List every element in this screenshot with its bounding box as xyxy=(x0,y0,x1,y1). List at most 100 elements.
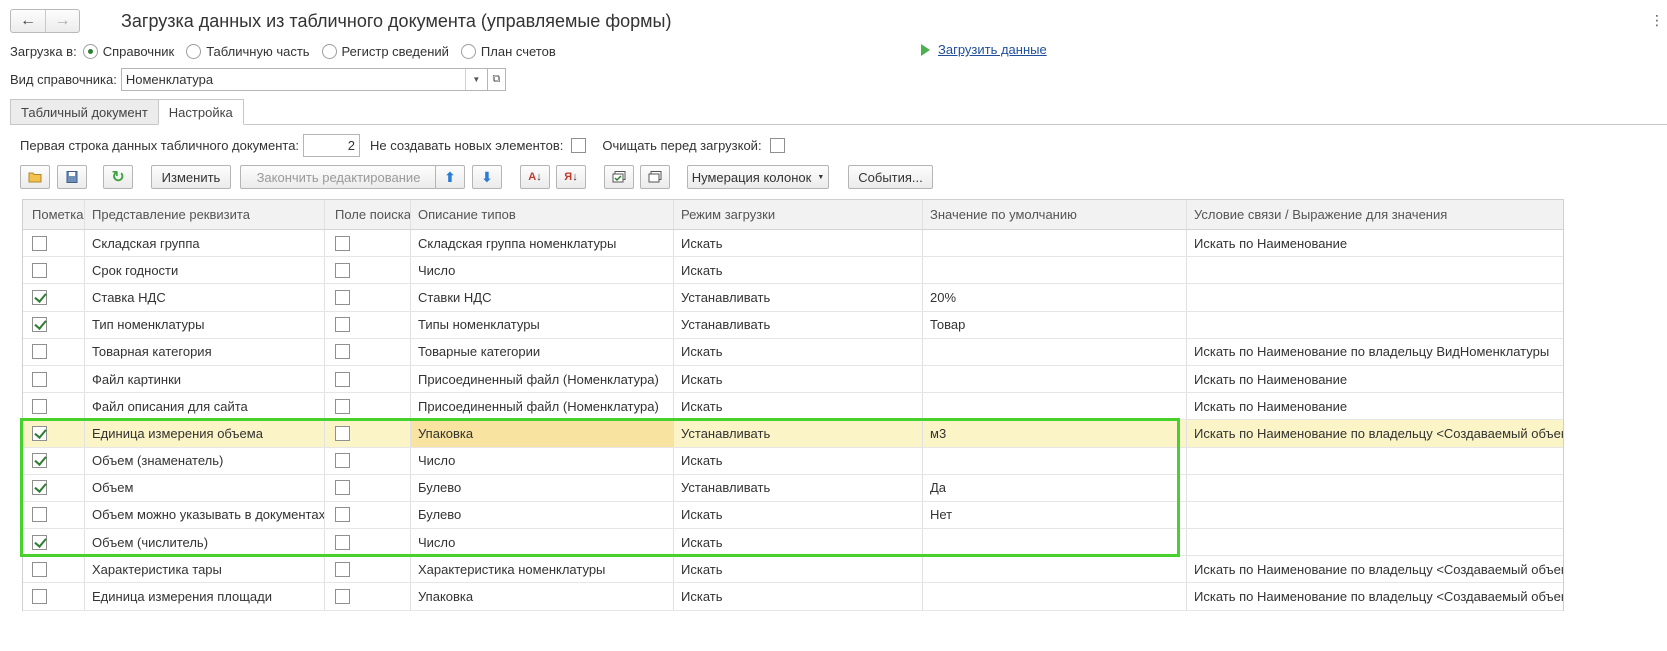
mark-checkbox[interactable] xyxy=(32,289,47,305)
condition-cell[interactable] xyxy=(1187,312,1563,338)
check-all-button[interactable] xyxy=(604,165,634,189)
mark-checkbox[interactable] xyxy=(32,344,47,360)
mark-cell[interactable] xyxy=(23,365,85,393)
attribute-cell[interactable]: Тип номенклатуры xyxy=(85,311,325,338)
type-cell[interactable]: Упаковка xyxy=(411,420,674,447)
table-row[interactable]: Тип номенклатуры Типы номенклатуры Устанав… xyxy=(23,311,1563,339)
uncheck-all-button[interactable] xyxy=(640,165,670,189)
table-row[interactable]: Объем (числитель) Число Искать xyxy=(23,529,1563,557)
default-value-cell[interactable] xyxy=(923,447,1187,474)
search-field-cell[interactable] xyxy=(325,556,411,583)
chevron-down-icon[interactable]: ▼ xyxy=(464,68,487,90)
radio-circle[interactable] xyxy=(186,43,202,59)
default-value-cell[interactable] xyxy=(923,529,1187,556)
attribute-cell[interactable]: Срок годности xyxy=(85,257,325,284)
search-checkbox[interactable] xyxy=(335,262,350,278)
column-header[interactable]: Режим загрузки xyxy=(674,200,923,229)
column-header[interactable]: Значение по умолчанию xyxy=(923,200,1187,229)
search-field-cell[interactable] xyxy=(325,257,411,284)
search-field-cell[interactable] xyxy=(325,420,411,447)
radio-register[interactable]: Регистр сведений xyxy=(321,43,449,59)
type-cell[interactable]: Характеристика номенклатуры xyxy=(411,556,674,583)
events-button[interactable]: События... xyxy=(848,165,933,189)
mark-checkbox[interactable] xyxy=(32,425,47,441)
mark-checkbox[interactable] xyxy=(32,398,47,414)
search-field-cell[interactable] xyxy=(325,529,411,556)
mark-cell[interactable] xyxy=(23,230,85,257)
attribute-cell[interactable]: Товарная категория xyxy=(85,338,325,365)
tab-settings[interactable]: Настройка xyxy=(157,99,244,125)
search-checkbox[interactable] xyxy=(335,344,350,360)
mode-cell[interactable]: Искать xyxy=(674,501,923,529)
table-row[interactable]: Объем можно указывать в документах Булево… xyxy=(23,501,1563,530)
sort-desc-button[interactable]: Я↓ xyxy=(556,165,586,189)
default-value-cell[interactable] xyxy=(923,365,1187,393)
no-new-checkbox[interactable] xyxy=(571,137,587,153)
clear-checkbox[interactable] xyxy=(769,137,785,153)
attribute-cell[interactable]: Ставка НДС xyxy=(85,284,325,311)
mark-cell[interactable] xyxy=(23,284,85,311)
default-value-cell[interactable]: Нет xyxy=(923,501,1187,529)
mark-checkbox[interactable] xyxy=(32,480,47,496)
table-row[interactable]: Ставка НДС Ставки НДС Устанавливать 20% xyxy=(23,284,1563,312)
edit-button[interactable]: Изменить xyxy=(151,165,231,189)
tab-spreadsheet[interactable]: Табличный документ xyxy=(10,99,159,125)
attribute-cell[interactable]: Объем xyxy=(85,474,325,501)
mode-cell[interactable]: Искать xyxy=(674,556,923,583)
refresh-button[interactable]: ↻ xyxy=(103,165,133,189)
open-icon[interactable]: ⧉ xyxy=(486,68,505,90)
search-field-cell[interactable] xyxy=(325,474,411,501)
search-checkbox[interactable] xyxy=(335,453,350,469)
default-value-cell[interactable]: м3 xyxy=(923,420,1187,447)
search-field-cell[interactable] xyxy=(325,583,411,610)
search-field-cell[interactable] xyxy=(325,230,411,257)
mark-checkbox[interactable] xyxy=(32,371,47,387)
mode-cell[interactable]: Искать xyxy=(674,338,923,365)
radio-circle[interactable] xyxy=(460,43,476,59)
attribute-cell[interactable]: Объем можно указывать в документах xyxy=(85,501,325,529)
mode-cell[interactable]: Искать xyxy=(674,583,923,610)
type-cell[interactable]: Складская группа номенклатуры xyxy=(411,230,674,257)
condition-cell[interactable]: Искать по Наименование xyxy=(1187,366,1563,392)
load-data-command[interactable]: Загрузить данные xyxy=(921,42,1047,57)
condition-cell[interactable] xyxy=(1187,448,1563,474)
search-checkbox[interactable] xyxy=(335,507,350,523)
search-checkbox[interactable] xyxy=(335,289,350,305)
mark-cell[interactable] xyxy=(23,447,85,474)
default-value-cell[interactable] xyxy=(923,393,1187,420)
search-checkbox[interactable] xyxy=(335,371,350,387)
catalog-kind-field[interactable]: Номенклатура ▼ ⧉ xyxy=(120,67,506,91)
condition-cell[interactable]: Искать по Наименование xyxy=(1187,393,1563,419)
default-value-cell[interactable]: 20% xyxy=(923,284,1187,311)
more-icon[interactable]: ⋮ xyxy=(1650,12,1664,29)
mode-cell[interactable]: Устанавливать xyxy=(674,420,923,447)
mark-cell[interactable] xyxy=(23,556,85,583)
attribute-cell[interactable]: Файл картинки xyxy=(85,365,325,393)
type-cell[interactable]: Присоединенный файл (Номенклатура) xyxy=(411,365,674,393)
type-cell[interactable]: Булево xyxy=(411,474,674,501)
search-field-cell[interactable] xyxy=(325,284,411,311)
search-checkbox[interactable] xyxy=(335,317,350,333)
mark-checkbox[interactable] xyxy=(32,561,47,577)
table-row[interactable]: Объем Булево Устанавливать Да xyxy=(23,474,1563,502)
forward-icon[interactable]: → xyxy=(44,10,79,32)
save-button[interactable] xyxy=(57,165,87,189)
search-checkbox[interactable] xyxy=(335,534,350,550)
table-row[interactable]: Характеристика тары Характеристика номенк… xyxy=(23,556,1563,584)
mark-checkbox[interactable] xyxy=(32,262,47,278)
radio-accounts[interactable]: План счетов xyxy=(460,43,556,59)
default-value-cell[interactable] xyxy=(923,230,1187,257)
attribute-cell[interactable]: Единица измерения объема xyxy=(85,420,325,447)
type-cell[interactable]: Упаковка xyxy=(411,583,674,610)
type-cell[interactable]: Присоединенный файл (Номенклатура) xyxy=(411,393,674,420)
search-field-cell[interactable] xyxy=(325,311,411,338)
type-cell[interactable]: Число xyxy=(411,529,674,556)
sort-asc-button[interactable]: А↓ xyxy=(520,165,550,189)
default-value-cell[interactable] xyxy=(923,338,1187,365)
type-cell[interactable]: Булево xyxy=(411,501,674,529)
move-down-button[interactable]: ⬇ xyxy=(472,165,502,189)
search-checkbox[interactable] xyxy=(335,425,350,441)
mode-cell[interactable]: Искать xyxy=(674,447,923,474)
condition-cell[interactable]: Искать по Наименование по владельцу <Соз… xyxy=(1187,583,1563,609)
mode-cell[interactable]: Устанавливать xyxy=(674,311,923,338)
